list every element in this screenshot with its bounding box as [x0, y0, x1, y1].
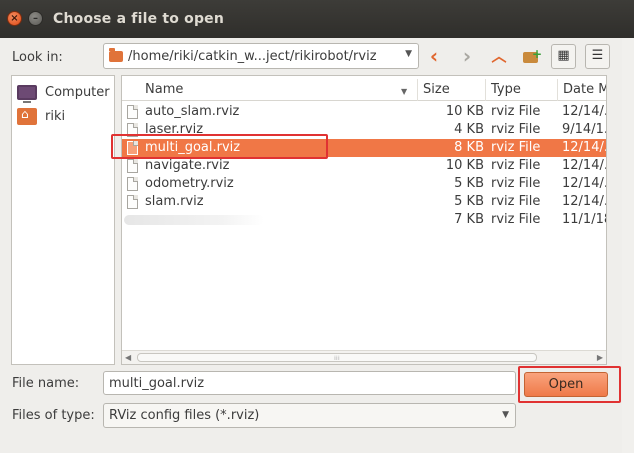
- folder-icon: [109, 47, 123, 62]
- file-icon: [127, 105, 138, 119]
- column-type[interactable]: Type: [488, 79, 558, 101]
- chevron-left-icon[interactable]: ‹: [422, 44, 446, 68]
- file-type: rviz File: [491, 122, 541, 137]
- blurred-file-name: [124, 215, 264, 225]
- file-size: 5 KB: [454, 176, 484, 191]
- file-size: 10 KB: [445, 158, 484, 173]
- computer-icon: [17, 84, 37, 103]
- file-dialog: Look in: /home/riki/catkin_w...ject/riki…: [0, 38, 634, 453]
- title-bar: × – Choose a file to open: [0, 0, 634, 38]
- file-size: 5 KB: [454, 194, 484, 209]
- file-row[interactable]: 7 KB rviz File 11/1/18: [122, 211, 606, 229]
- sidebar-item-label: riki: [45, 108, 66, 124]
- cancel-button-area: [524, 404, 608, 429]
- column-name[interactable]: Name: [142, 79, 418, 101]
- minimize-icon[interactable]: –: [28, 11, 43, 26]
- sidebar-item-computer[interactable]: Computer: [17, 81, 110, 103]
- look-in-label: Look in:: [12, 50, 63, 65]
- column-date[interactable]: Date M: [560, 79, 606, 101]
- files-of-type-combo[interactable]: RViz config files (*.rviz) ▼: [103, 403, 516, 428]
- look-in-combo[interactable]: /home/riki/catkin_w...ject/rikirobot/rvi…: [103, 43, 419, 69]
- window-edge: [622, 38, 634, 453]
- file-row[interactable]: navigate.rviz 10 KB rviz File 12/14/...: [122, 157, 606, 175]
- sidebar-item-label: Computer: [45, 84, 110, 100]
- file-name: slam.rviz: [145, 194, 204, 209]
- close-icon[interactable]: ×: [7, 11, 22, 26]
- file-type: rviz File: [491, 104, 541, 119]
- file-size: 8 KB: [454, 140, 484, 155]
- home-folder-icon: [17, 107, 37, 125]
- file-date: 12/14/...: [562, 176, 606, 191]
- file-date: 9/14/1...: [562, 122, 606, 137]
- files-of-type-label: Files of type:: [12, 408, 95, 423]
- file-size: 7 KB: [454, 212, 484, 227]
- file-row[interactable]: auto_slam.rviz 10 KB rviz File 12/14/...: [122, 103, 606, 121]
- files-of-type-value: RViz config files (*.rviz): [109, 408, 260, 423]
- highlight-box-selected-file: [111, 134, 328, 159]
- places-sidebar: Computer riki: [11, 75, 115, 365]
- scrollbar-thumb[interactable]: ⁞⁞⁞: [137, 353, 537, 362]
- chevron-right-icon[interactable]: ›: [455, 44, 479, 68]
- column-size[interactable]: Size: [420, 79, 486, 101]
- file-date: 12/14/...: [562, 104, 606, 119]
- new-folder-icon[interactable]: +: [519, 44, 543, 68]
- horizontal-scrollbar[interactable]: ◀ ⁞⁞⁞ ▶: [122, 350, 606, 364]
- file-list-header: Name ▼ Size Type Date M: [122, 79, 606, 101]
- chevron-up-icon[interactable]: ︿: [487, 44, 511, 68]
- file-type: rviz File: [491, 140, 541, 155]
- file-row[interactable]: odometry.rviz 5 KB rviz File 12/14/...: [122, 175, 606, 193]
- file-name: odometry.rviz: [145, 176, 234, 191]
- file-type: rviz File: [491, 194, 541, 209]
- file-date: 12/14/...: [562, 194, 606, 209]
- sort-down-icon: ▼: [401, 87, 408, 96]
- file-list: Name ▼ Size Type Date M auto_slam.rviz 1…: [121, 75, 607, 365]
- list-view-icon[interactable]: ☰: [585, 44, 610, 69]
- chevron-down-icon: ▼: [502, 410, 509, 420]
- look-in-path: /home/riki/catkin_w...ject/rikirobot/rvi…: [128, 48, 377, 64]
- window-title: Choose a file to open: [53, 11, 225, 27]
- grid-view-icon[interactable]: ▦: [551, 44, 576, 69]
- file-row[interactable]: slam.rviz 5 KB rviz File 12/14/...: [122, 193, 606, 211]
- file-type: rviz File: [491, 176, 541, 191]
- scroll-right-icon[interactable]: ▶: [597, 353, 603, 362]
- file-type: rviz File: [491, 212, 541, 227]
- sidebar-item-riki[interactable]: riki: [17, 105, 65, 127]
- file-size: 4 KB: [454, 122, 484, 137]
- chevron-down-icon: ▼: [405, 49, 412, 59]
- file-name-input[interactable]: [103, 371, 516, 395]
- file-name: auto_slam.rviz: [145, 104, 240, 119]
- file-date: 12/14/...: [562, 158, 606, 173]
- file-date: 12/14/...: [562, 140, 606, 155]
- file-size: 10 KB: [445, 104, 484, 119]
- scroll-left-icon[interactable]: ◀: [125, 353, 131, 362]
- file-name: navigate.rviz: [145, 158, 230, 173]
- file-icon: [127, 177, 138, 191]
- file-date: 11/1/18: [562, 212, 606, 227]
- file-type: rviz File: [491, 158, 541, 173]
- file-icon: [127, 195, 138, 209]
- highlight-box-open-button: [518, 366, 621, 403]
- file-icon: [127, 159, 138, 173]
- file-name-label: File name:: [12, 376, 80, 391]
